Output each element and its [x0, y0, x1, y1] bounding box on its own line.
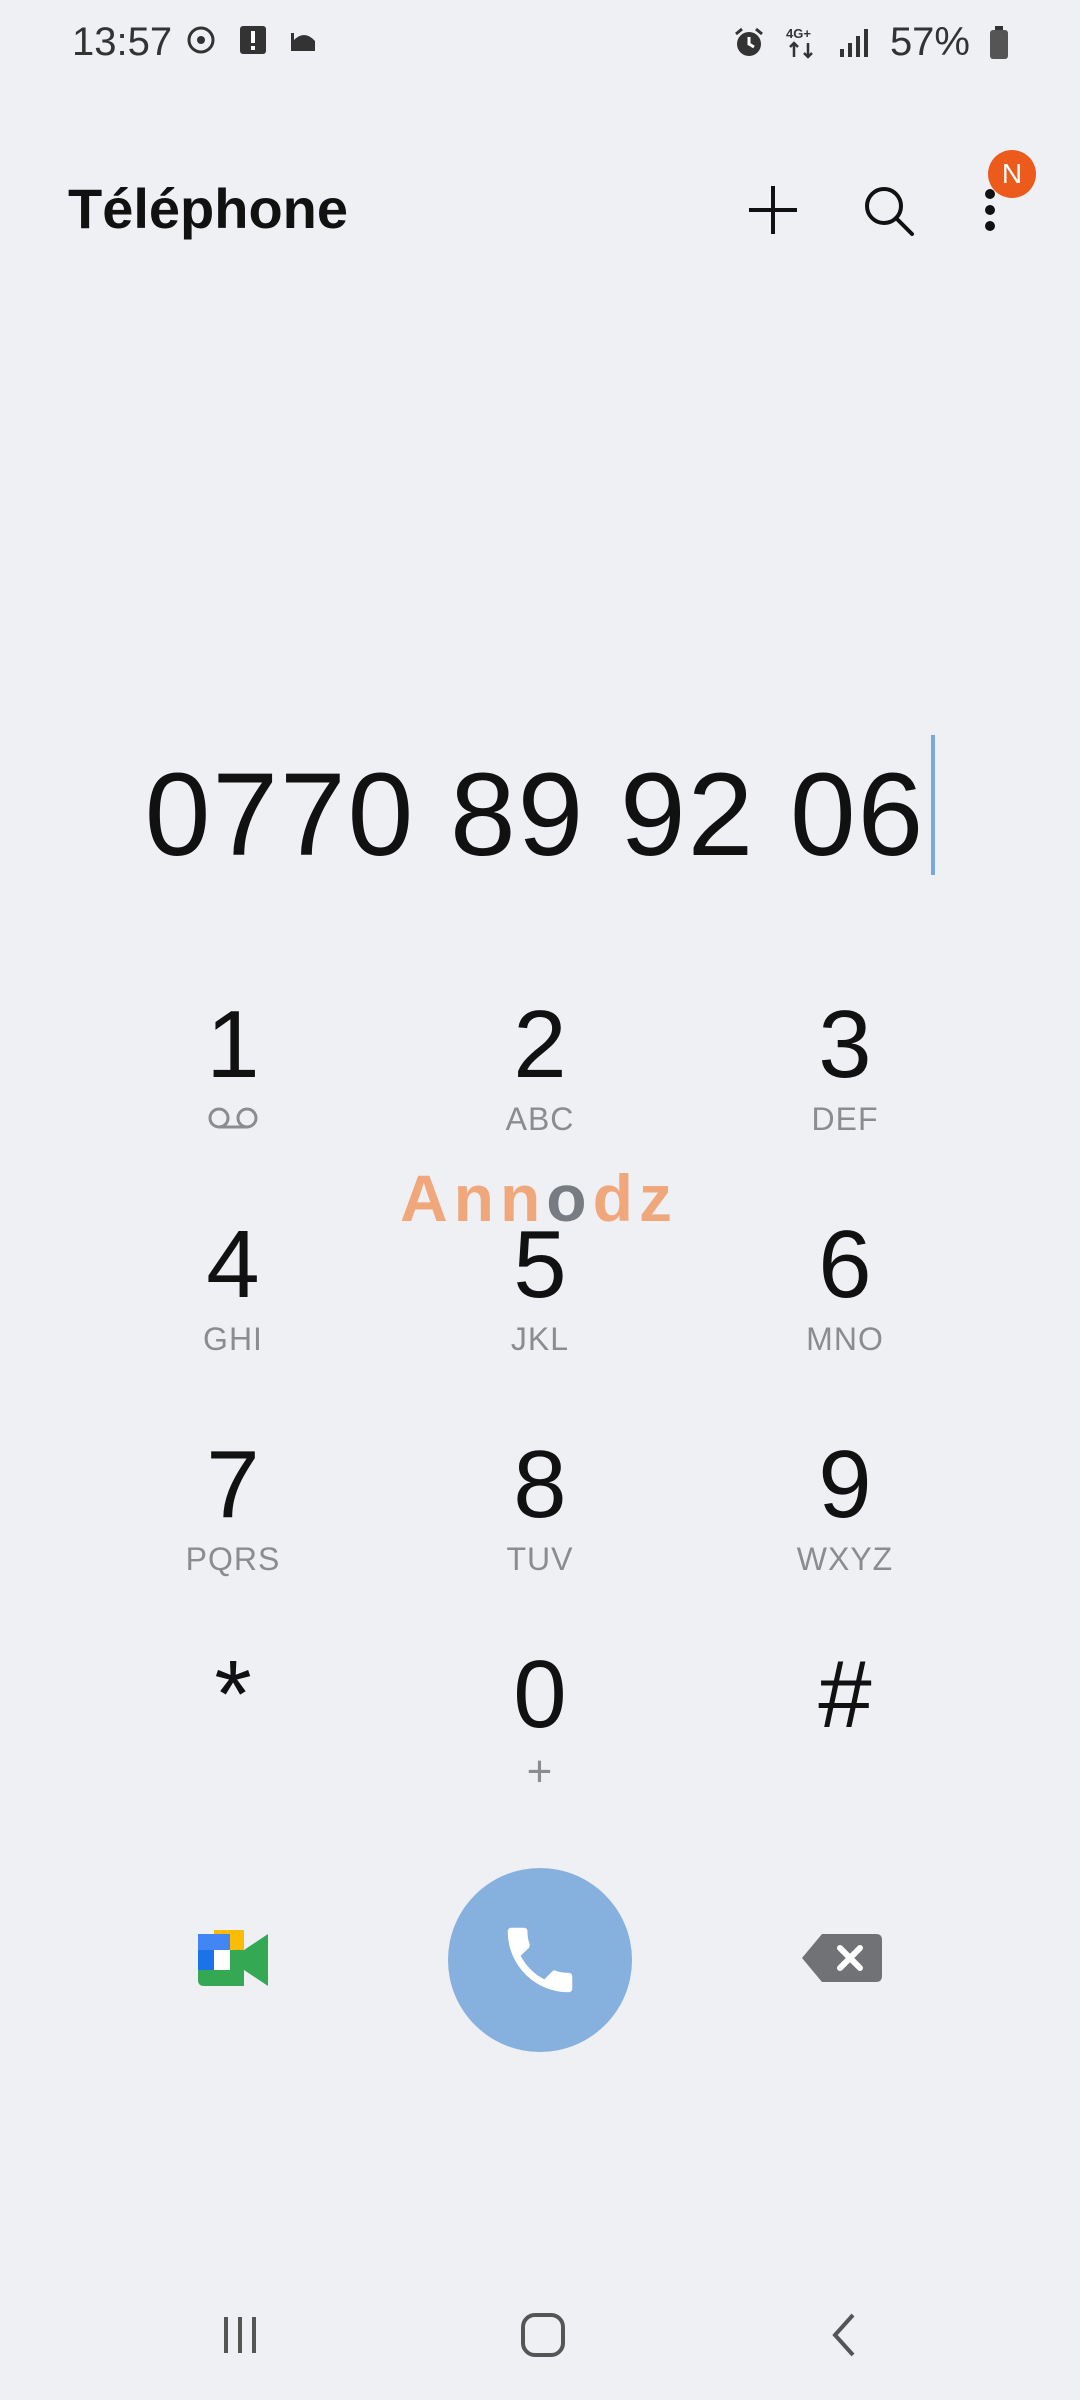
nav-home-button[interactable] — [493, 2300, 593, 2370]
dialed-number: 0770 89 92 06 — [144, 749, 926, 881]
key-7[interactable]: 7 PQRS — [83, 1435, 383, 1635]
add-icon — [745, 182, 801, 238]
key-9[interactable]: 9 WXYZ — [695, 1435, 995, 1635]
nav-recents-button[interactable] — [190, 2300, 290, 2370]
key-1[interactable]: 1 — [83, 995, 383, 1195]
battery-percent: 57% — [889, 20, 970, 64]
dialed-number-field[interactable]: 0770 89 92 06 — [0, 735, 1080, 883]
svg-text:4G+: 4G+ — [786, 26, 811, 41]
notification-badge: N — [988, 150, 1036, 198]
key-6[interactable]: 6 MNO — [695, 1215, 995, 1415]
key-4[interactable]: 4 GHI — [83, 1215, 383, 1415]
page-title: Téléphone — [68, 177, 349, 240]
alert-icon — [239, 25, 267, 55]
video-call-button[interactable] — [190, 1920, 280, 2000]
battery-icon — [988, 25, 1010, 61]
mosque-icon — [289, 25, 319, 55]
nav-back-button[interactable] — [795, 2300, 895, 2370]
key-3[interactable]: 3 DEF — [695, 995, 995, 1195]
google-meet-icon — [190, 1920, 280, 2000]
sync-icon — [185, 24, 217, 56]
signal-icon — [838, 27, 872, 59]
key-5[interactable]: 5 JKL — [390, 1215, 690, 1415]
status-time: 13:57 — [72, 20, 173, 64]
key-8[interactable]: 8 TUV — [390, 1435, 690, 1635]
key-2[interactable]: 2 ABC — [390, 995, 690, 1195]
call-button[interactable] — [448, 1868, 632, 2052]
key-star[interactable]: * — [83, 1645, 383, 1845]
home-icon — [519, 2311, 567, 2359]
add-contact-button[interactable] — [733, 170, 813, 250]
phone-icon — [497, 1917, 583, 2003]
backspace-button[interactable] — [800, 1930, 890, 1990]
alarm-icon — [732, 26, 766, 60]
key-0[interactable]: 0 + — [390, 1645, 690, 1845]
network-4g-icon: 4G+ — [784, 25, 820, 61]
voicemail-icon — [207, 1105, 259, 1131]
search-button[interactable] — [848, 170, 928, 250]
status-bar: 13:57 4G+ 57% — [0, 0, 1080, 90]
text-caret — [931, 735, 936, 875]
key-hash[interactable]: # — [695, 1645, 995, 1845]
search-icon — [860, 182, 916, 238]
recents-icon — [218, 2313, 262, 2357]
backspace-icon — [800, 1930, 884, 1986]
back-icon — [825, 2311, 865, 2359]
